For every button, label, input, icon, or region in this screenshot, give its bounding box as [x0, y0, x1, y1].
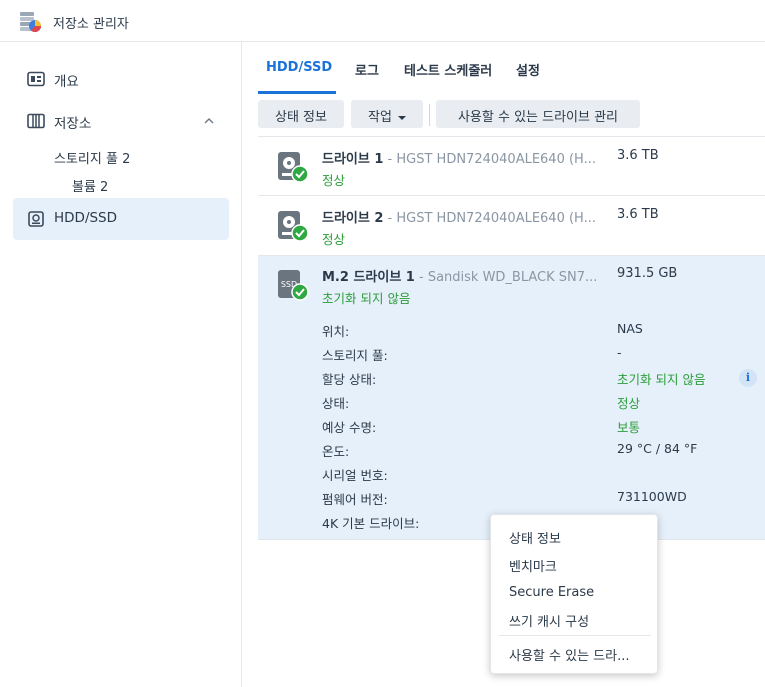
- detail-label-serial: 시리얼 번호:: [322, 468, 388, 483]
- drive-status: 초기화 되지 않음: [322, 291, 411, 306]
- sidebar-item-label: HDD/SSD: [54, 210, 118, 226]
- sidebar-item-hdd-ssd[interactable]: HDD/SSD: [13, 198, 229, 240]
- detail-label-status: 상태:: [322, 396, 350, 411]
- toolbar: 상태 정보 작업 사용할 수 있는 드라이브 관리: [242, 100, 765, 130]
- detail-label-allocation: 할당 상태:: [322, 372, 377, 387]
- action-label: 작업: [368, 110, 392, 125]
- drive-status: 정상: [322, 232, 346, 247]
- drive-name: 드라이브 2 - HGST HDN724040ALE640 (H...: [322, 211, 596, 226]
- storage-icon: [27, 113, 45, 129]
- drive-row-2[interactable]: 드라이브 2 - HGST HDN724040ALE640 (H... 3.6 …: [258, 196, 765, 255]
- tab-settings[interactable]: 설정: [516, 60, 540, 79]
- detail-value-location: NAS: [617, 321, 643, 336]
- detail-label-location: 위치:: [322, 324, 350, 339]
- sidebar-item-volume[interactable]: 볼륨 2: [72, 176, 108, 195]
- action-dropdown-button[interactable]: 작업: [351, 100, 423, 128]
- detail-value-temperature: 29 °C / 84 °F: [617, 441, 698, 456]
- manage-available-drives-button[interactable]: 사용할 수 있는 드라이브 관리: [436, 100, 640, 128]
- manage-available-label: 사용할 수 있는 드라이브 관리: [457, 110, 619, 125]
- app-title: 저장소 관리자: [53, 17, 129, 32]
- sidebar-item-label: 개요: [54, 74, 79, 90]
- drive-name: 드라이브 1 - HGST HDN724040ALE640 (H...: [322, 152, 596, 167]
- menu-item-benchmark[interactable]: 벤치마크: [509, 556, 557, 575]
- hdd-healthy-icon: [278, 211, 309, 242]
- tab-log[interactable]: 로그: [355, 60, 379, 79]
- active-tab-indicator: [258, 91, 336, 94]
- tab-hdd-ssd[interactable]: HDD/SSD: [266, 60, 332, 75]
- menu-item-manage-available[interactable]: 사용할 수 있는 드라...: [509, 645, 629, 664]
- menu-divider: [499, 635, 651, 636]
- detail-value-allocation: 초기화 되지 않음: [617, 372, 706, 387]
- drive-capacity: 3.6 TB: [617, 207, 659, 222]
- drive-row-m2-1[interactable]: SSD M.2 드라이브 1 - Sandisk WD_BLACK SN7...…: [258, 256, 765, 539]
- sidebar-item-storage[interactable]: 저장소: [13, 100, 229, 142]
- hdd-icon: [28, 211, 44, 227]
- drive-name: M.2 드라이브 1 - Sandisk WD_BLACK SN7...: [322, 270, 598, 285]
- menu-item-write-cache[interactable]: 쓰기 캐시 구성: [509, 611, 589, 630]
- drive-capacity: 3.6 TB: [617, 148, 659, 163]
- detail-label-4k-native: 4K 기본 드라이브:: [322, 516, 420, 531]
- detail-value-storage-pool: -: [617, 345, 622, 360]
- sidebar-item-storage-pool[interactable]: 스토리지 풀 2: [54, 148, 130, 167]
- info-icon[interactable]: i: [739, 369, 757, 387]
- drive-capacity: 931.5 GB: [617, 266, 678, 281]
- detail-value-firmware: 731100WD: [617, 489, 687, 504]
- detail-label-storage-pool: 스토리지 풀:: [322, 348, 388, 363]
- context-menu: 상태 정보 벤치마크 Secure Erase 쓰기 캐시 구성 사용할 수 있…: [490, 514, 658, 674]
- title-bar: 저장소 관리자: [0, 0, 765, 42]
- caret-down-icon: [397, 115, 406, 120]
- detail-label-temperature: 온도:: [322, 444, 350, 459]
- detail-label-firmware: 펌웨어 버전:: [322, 492, 388, 507]
- drive-row-1[interactable]: 드라이브 1 - HGST HDN724040ALE640 (H... 3.6 …: [258, 136, 765, 195]
- status-info-label: 상태 정보: [275, 110, 327, 125]
- sidebar: 개요 저장소 스토리지 풀 2 볼륨 2 HDD/SSD: [0, 42, 242, 687]
- tab-bar: HDD/SSD 로그 테스트 스케줄러 설정: [242, 42, 765, 94]
- sidebar-item-label: 저장소: [54, 116, 92, 132]
- status-info-button[interactable]: 상태 정보: [258, 100, 344, 128]
- detail-value-status: 정상: [617, 396, 641, 411]
- ssd-healthy-icon: SSD: [278, 270, 309, 301]
- toolbar-divider: [429, 104, 430, 126]
- tab-test-scheduler[interactable]: 테스트 스케줄러: [404, 60, 492, 79]
- storage-manager-icon: [20, 12, 42, 33]
- chevron-up-icon[interactable]: [203, 115, 215, 127]
- overview-icon: [27, 71, 45, 87]
- hdd-healthy-icon: [278, 152, 309, 183]
- detail-label-lifespan: 예상 수명:: [322, 420, 377, 435]
- detail-value-lifespan: 보통: [617, 420, 641, 435]
- menu-item-secure-erase[interactable]: Secure Erase: [509, 585, 594, 600]
- drive-status: 정상: [322, 173, 346, 188]
- sidebar-item-overview[interactable]: 개요: [13, 58, 229, 100]
- menu-item-status-info[interactable]: 상태 정보: [509, 528, 561, 547]
